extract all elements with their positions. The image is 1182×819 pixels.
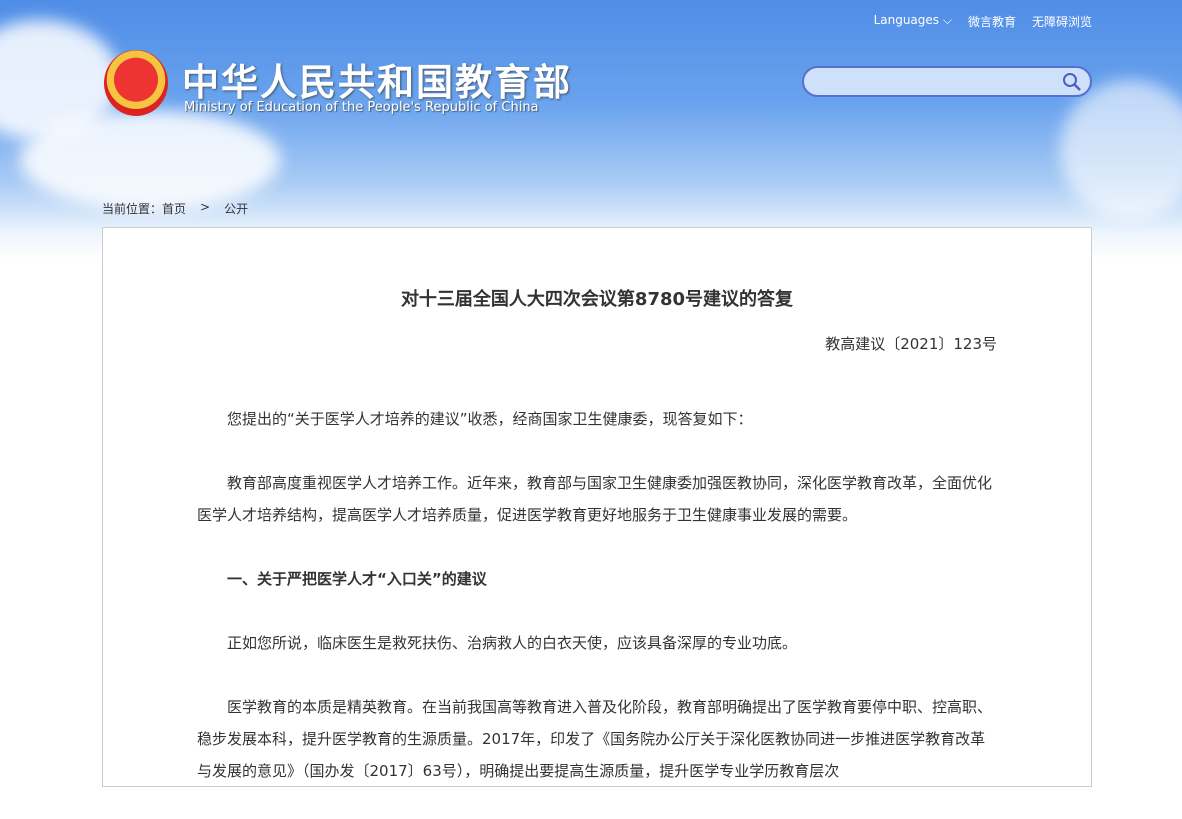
chevron-right-icon: > (200, 200, 211, 214)
breadcrumb-home[interactable]: 首页 (162, 200, 186, 217)
article-container: 对十三届全国人大四次会议第8780号建议的答复 教高建议〔2021〕123号 您… (102, 227, 1092, 787)
weiyan-link[interactable]: 微言教育 (968, 13, 1016, 30)
search-icon[interactable] (1062, 72, 1082, 92)
breadcrumb-current[interactable]: 公开 (224, 200, 248, 217)
document-number: 教高建议〔2021〕123号 (825, 335, 997, 353)
national-emblem-logo[interactable] (104, 50, 168, 116)
search-box (802, 66, 1092, 97)
paragraph: 医学教育的本质是精英教育。在当前我国高等教育进入普及化阶段，教育部明确提出了医学… (197, 698, 993, 780)
breadcrumb: 当前位置： 首页 > 公开 (102, 200, 248, 217)
logo-title-cn[interactable]: 中华人民共和国教育部 (182, 52, 572, 106)
section-heading: 一、关于严把医学人才“入口关”的建议 (227, 570, 487, 588)
header-banner: Languages ⌵ 微言教育 无障碍浏览 中华人民共和国教育部 Minist… (0, 0, 1182, 260)
paragraph: 正如您所说，临床医生是救死扶伤、治病救人的白衣天使，应该具备深厚的专业功底。 (227, 634, 798, 652)
article-body: 您提出的“关于医学人才培养的建议”收悉，经商国家卫生健康委，现答复如下： 教育部… (197, 403, 999, 819)
logo-title-en[interactable]: Ministry of Education of the People's Re… (184, 100, 539, 115)
paragraph: 您提出的“关于医学人才培养的建议”收悉，经商国家卫生健康委，现答复如下： (227, 410, 753, 428)
languages-menu[interactable]: Languages ⌵ (874, 13, 952, 30)
breadcrumb-label: 当前位置： (102, 202, 163, 216)
search-input[interactable] (804, 68, 1054, 95)
accessibility-link[interactable]: 无障碍浏览 (1032, 13, 1092, 30)
paragraph: 教育部高度重视医学人才培养工作。近年来，教育部与国家卫生健康委加强医教协同，深化… (197, 474, 993, 524)
article-title: 对十三届全国人大四次会议第8780号建议的答复 (400, 289, 794, 310)
